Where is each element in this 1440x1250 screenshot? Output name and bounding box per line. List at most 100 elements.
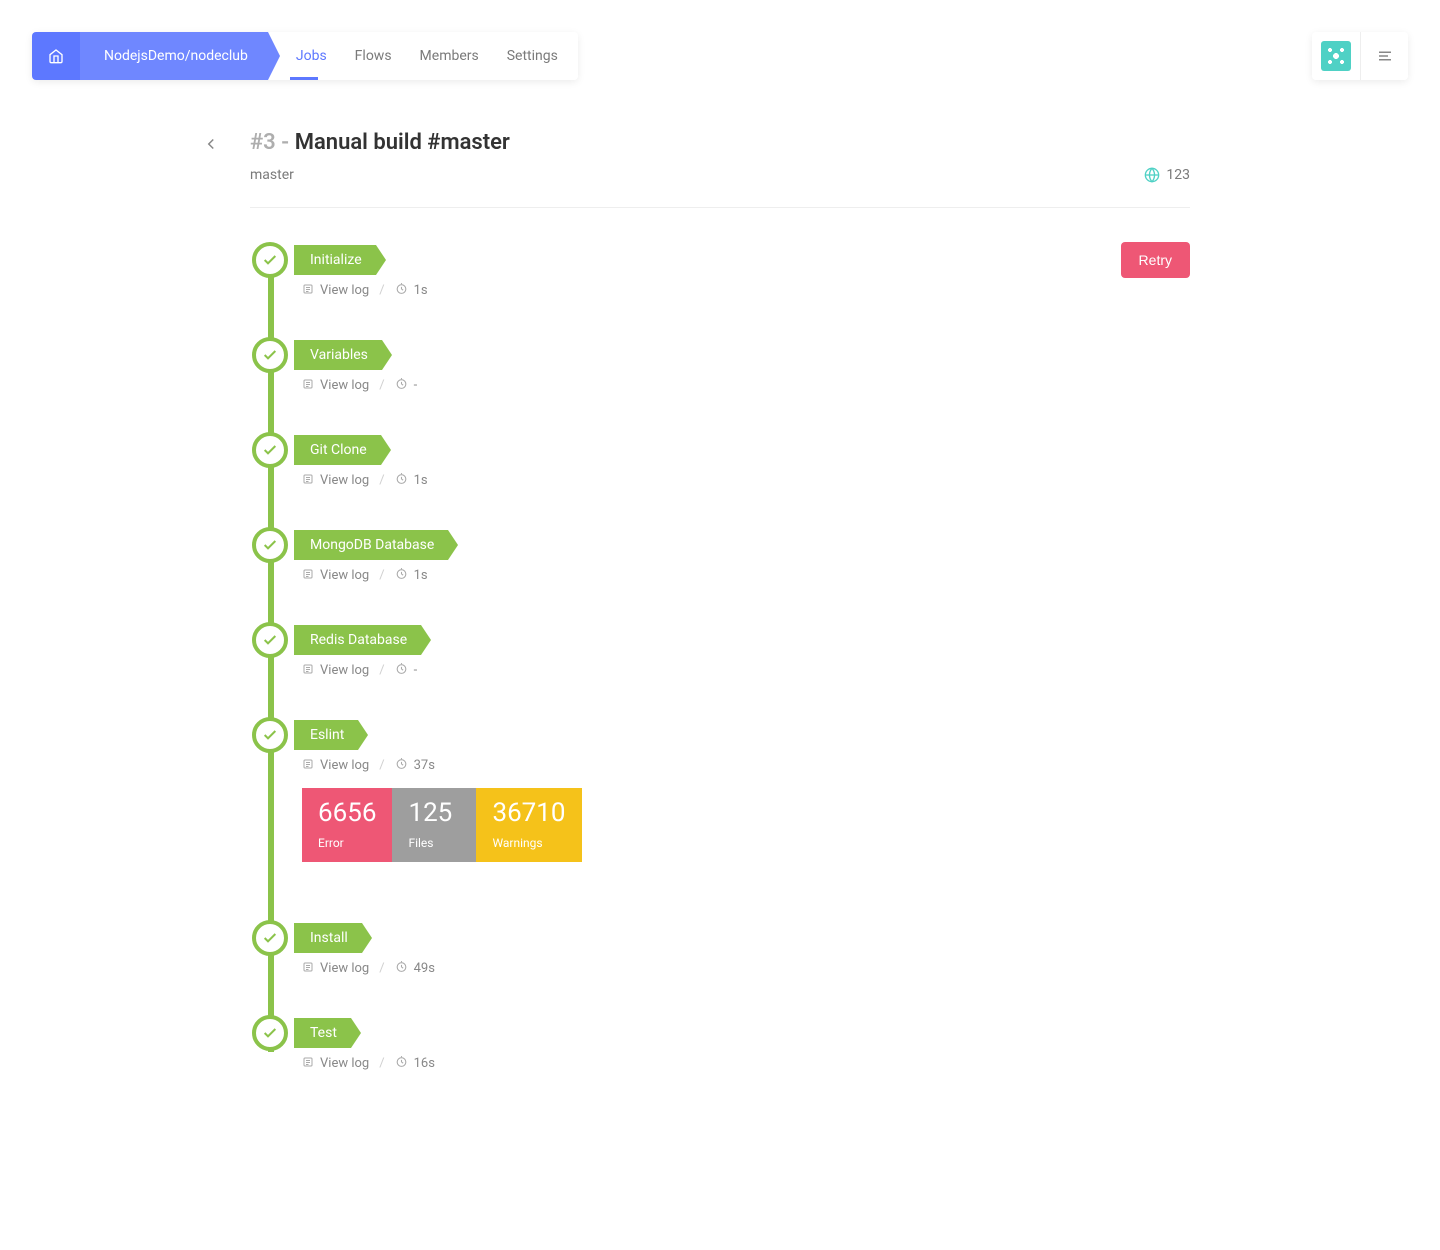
globe-icon [1144,167,1160,183]
breadcrumb-text: NodejsDemo/nodeclub [104,48,248,64]
step-duration: 37s [395,757,435,774]
back-button[interactable] [202,134,220,158]
tab-members[interactable]: Members [406,32,493,80]
step-name: Git Clone [310,442,367,458]
step-name: Install [310,930,348,946]
home-button[interactable] [32,32,80,80]
step-label[interactable]: Test [294,1018,351,1048]
divider: / [379,663,384,678]
stat-label: Error [318,836,376,850]
breadcrumb[interactable]: NodejsDemo/nodeclub [80,32,268,80]
log-icon [302,961,314,977]
stat-value: 125 [408,798,460,828]
nav-right [1312,32,1408,80]
view-log-link[interactable]: View log [302,758,369,774]
step-name: Test [310,1025,337,1041]
pipeline: Initialize View log / 1s Variables View log / -… [250,242,1190,1072]
stat-value: 36710 [492,798,565,828]
stat-error: 6656 Error [302,788,392,862]
duration-text: - [414,378,418,393]
step-label[interactable]: Redis Database [294,625,421,655]
tab-settings[interactable]: Settings [493,32,578,80]
top-nav: NodejsDemo/nodeclub Jobs Flows Members S… [0,0,1440,80]
tab-label: Flows [355,48,392,64]
pipeline-step: EslintView log/37s6656Error125Files36710… [270,717,1190,862]
stopwatch-icon [395,282,408,299]
view-log-link[interactable]: View log [302,663,369,679]
title-text: Manual build #master [295,130,510,155]
log-icon [302,1056,314,1072]
divider: / [379,378,384,393]
view-log-text: View log [320,473,369,488]
menu-toggle-button[interactable] [1360,32,1408,80]
step-meta: View log / 1s [302,567,1190,584]
view-log-link[interactable]: View log [302,473,369,489]
view-log-text: View log [320,568,369,583]
duration-text: 37s [414,758,435,773]
step-name: Variables [310,347,368,363]
log-icon [302,663,314,679]
stopwatch-icon [395,377,408,394]
step-name: Initialize [310,252,362,268]
pipeline-step: Redis DatabaseView log/- [270,622,1190,679]
stat-label: Warnings [492,836,565,850]
step-status-icon [252,920,288,956]
step-status-icon [252,527,288,563]
view-log-link[interactable]: View log [302,961,369,977]
view-log-link[interactable]: View log [302,568,369,584]
stat-label: Files [408,836,460,850]
view-log-text: View log [320,283,369,298]
duration-text: 49s [414,961,435,976]
stopwatch-icon [395,757,408,774]
step-status-icon [252,337,288,373]
log-icon [302,378,314,394]
page-title: #3 - Manual build #master [250,130,1190,155]
stat-files: 125 Files [392,788,476,862]
meta-right: 123 [1144,167,1190,183]
pipeline-area: Retry InitializeView log/1sVariablesView… [250,242,1190,1072]
tab-label: Jobs [296,48,327,64]
step-status-icon [252,717,288,753]
step-meta: View log/1s [302,472,1190,489]
step-label[interactable]: Initialize [294,245,376,275]
step-name: Eslint [310,727,344,743]
pipeline-step: Variables View log / - [270,337,1190,394]
divider: / [379,1056,384,1071]
log-icon [302,758,314,774]
stopwatch-icon [395,960,408,977]
stopwatch-icon [395,1055,408,1072]
avatar-icon [1321,41,1351,71]
stopwatch-icon [395,662,408,679]
step-label[interactable]: Git Clone [294,435,381,465]
user-menu[interactable] [1312,32,1360,80]
view-log-link[interactable]: View log [302,378,369,394]
step-label[interactable]: Variables [294,340,382,370]
nav-left: NodejsDemo/nodeclub Jobs Flows Members S… [32,32,578,80]
step-duration: - [395,377,418,394]
duration-text: 1s [414,568,428,583]
step-label[interactable]: MongoDB Database [294,530,448,560]
view-log-text: View log [320,378,369,393]
step-label[interactable]: Eslint [294,720,358,750]
step-name: MongoDB Database [310,537,434,553]
view-log-link[interactable]: View log [302,283,369,299]
tab-flows[interactable]: Flows [341,32,406,80]
divider: / [379,568,384,583]
branch-label: master [250,167,294,183]
step-stats: 6656 Error 125 Files 36710 Warnings [302,788,1190,862]
step-name: Redis Database [310,632,407,648]
step-label[interactable]: Install [294,923,362,953]
chevron-left-icon [202,135,220,153]
pipeline-step: TestView log/16s [270,1015,1190,1072]
view-log-text: View log [320,961,369,976]
meta-row: master 123 [250,167,1190,208]
view-log-text: View log [320,1056,369,1071]
pipeline-step: InitializeView log/1s [270,242,1190,299]
pipeline-step: InstallView log/49s [270,920,1190,977]
content: #3 - Manual build #master master 123 Ret… [230,130,1210,1132]
stat-value: 6656 [318,798,376,828]
step-duration: 1s [395,567,428,584]
view-log-link[interactable]: View log [302,1056,369,1072]
tab-label: Members [420,48,479,64]
view-log-text: View log [320,663,369,678]
